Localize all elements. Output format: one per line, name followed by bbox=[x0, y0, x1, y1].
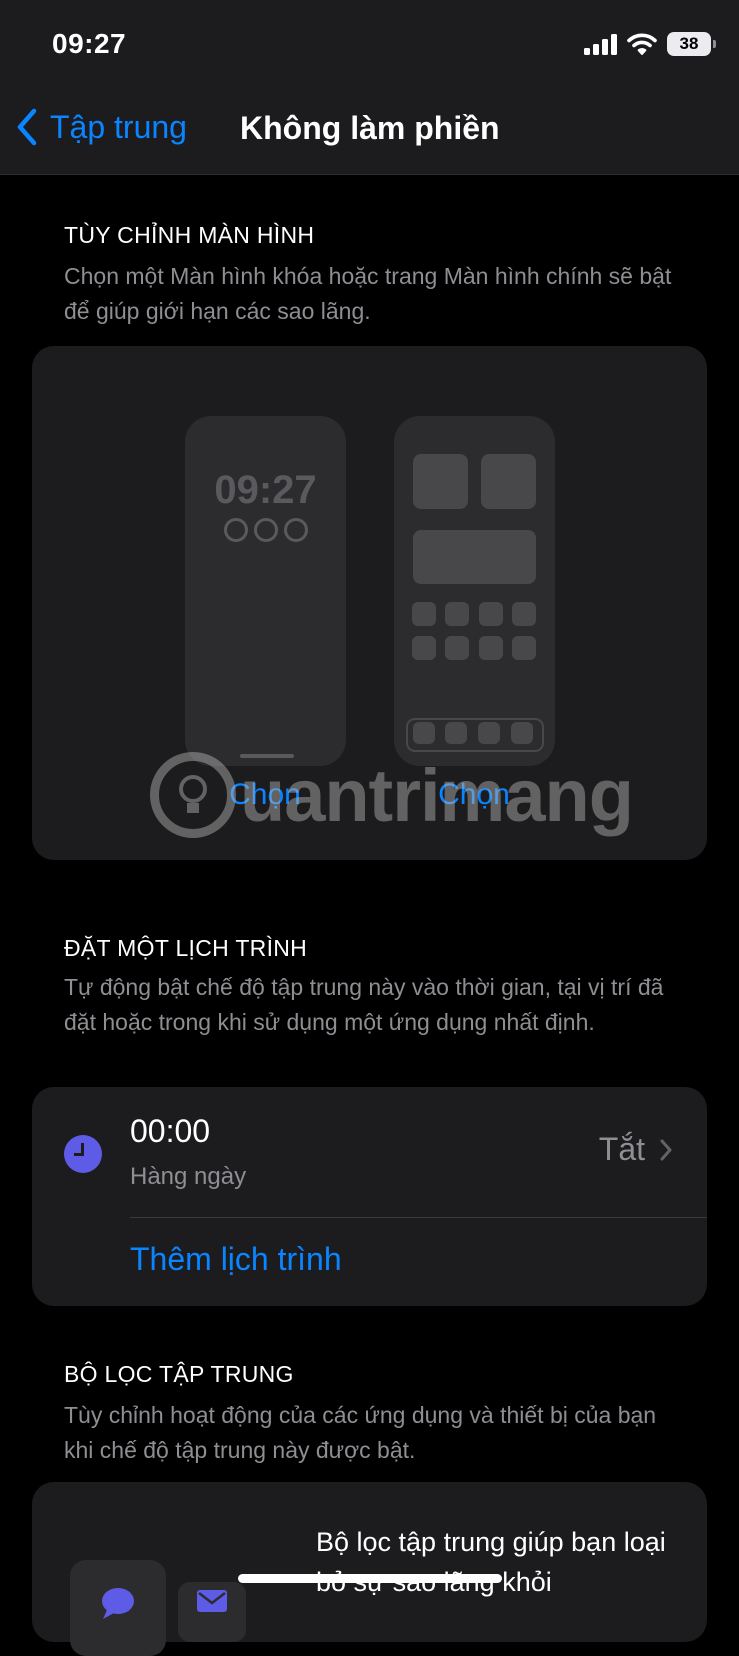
home-preview-app bbox=[445, 602, 469, 626]
schedule-status-label: Tắt bbox=[598, 1131, 645, 1167]
wifi-icon bbox=[627, 33, 657, 55]
focus-filters-intro-text: Bộ lọc tập trung giúp bạn loại bỏ sự sao… bbox=[316, 1527, 666, 1597]
customize-section-description: Chọn một Màn hình khóa hoặc trang Màn hì… bbox=[64, 263, 672, 324]
clock-icon bbox=[64, 1135, 102, 1173]
home-preview-widget bbox=[481, 454, 536, 509]
home-preview-app bbox=[412, 636, 436, 660]
home-preview-dock bbox=[406, 718, 544, 752]
mail-icon bbox=[197, 1590, 227, 1612]
chevron-left-icon bbox=[17, 108, 37, 146]
back-label: Tập trung bbox=[50, 108, 187, 145]
watermark-logo: uantrimang bbox=[150, 752, 634, 838]
top-bar: 09:27 38 Tập trung Không làm phiền bbox=[0, 0, 739, 175]
schedule-time: 00:00 bbox=[130, 1113, 211, 1149]
home-indicator[interactable] bbox=[238, 1574, 502, 1583]
status-time: 09:27 bbox=[52, 28, 127, 59]
schedule-row[interactable]: 00:00 Hàng ngày Tắt bbox=[32, 1087, 707, 1217]
lock-screen-preview[interactable]: 09:27 bbox=[185, 416, 346, 766]
schedule-section-description: Tự động bật chế độ tập trung này vào thờ… bbox=[64, 974, 664, 1035]
divider bbox=[130, 1217, 707, 1218]
home-preview-widget-wide bbox=[413, 530, 536, 584]
cellular-signal-icon bbox=[584, 33, 617, 55]
home-preview-widget bbox=[413, 454, 468, 509]
lock-preview-time: 09:27 bbox=[214, 468, 317, 512]
filter-app-tile bbox=[178, 1582, 246, 1642]
home-preview-dock-app bbox=[413, 722, 435, 744]
home-preview-app bbox=[512, 636, 536, 660]
home-preview-app bbox=[412, 602, 436, 626]
home-preview-dock-app bbox=[511, 722, 533, 744]
filters-section-description: Tùy chỉnh hoạt động của các ứng dụng và … bbox=[64, 1402, 657, 1463]
lock-preview-widgets bbox=[185, 518, 346, 542]
customize-section-header: TÙY CHỈNH MÀN HÌNH bbox=[64, 222, 315, 248]
add-schedule-button[interactable]: Thêm lịch trình bbox=[130, 1241, 342, 1278]
battery-icon: 38 bbox=[667, 32, 716, 56]
home-preview-app bbox=[445, 636, 469, 660]
page-title: Không làm phiền bbox=[240, 110, 500, 146]
schedule-card: 00:00 Hàng ngày Tắt Thêm lịch trình bbox=[32, 1087, 707, 1306]
filter-app-tile bbox=[70, 1560, 166, 1656]
chevron-right-icon bbox=[660, 1139, 672, 1160]
schedule-repeat: Hàng ngày bbox=[130, 1163, 247, 1190]
home-preview-dock-app bbox=[445, 722, 467, 744]
focus-filters-card: Bộ lọc tập trung giúp bạn loại bỏ sự sao… bbox=[32, 1482, 707, 1656]
schedule-section-header: ĐẶT MỘT LỊCH TRÌNH bbox=[64, 935, 308, 961]
home-preview-app bbox=[479, 636, 503, 660]
filters-section-header: BỘ LỌC TẬP TRUNG bbox=[64, 1361, 294, 1387]
home-preview-app bbox=[479, 602, 503, 626]
home-preview-dock-app bbox=[478, 722, 500, 744]
home-screen-preview[interactable] bbox=[394, 416, 555, 766]
message-bubble-icon bbox=[102, 1588, 134, 1619]
status-icons: 38 bbox=[584, 30, 716, 58]
schedule-status: Tắt bbox=[599, 1131, 673, 1168]
lightbulb-icon bbox=[150, 752, 236, 838]
back-button[interactable]: Tập trung bbox=[16, 108, 187, 146]
home-preview-app bbox=[512, 602, 536, 626]
watermark-text: uantrimang bbox=[240, 753, 634, 837]
